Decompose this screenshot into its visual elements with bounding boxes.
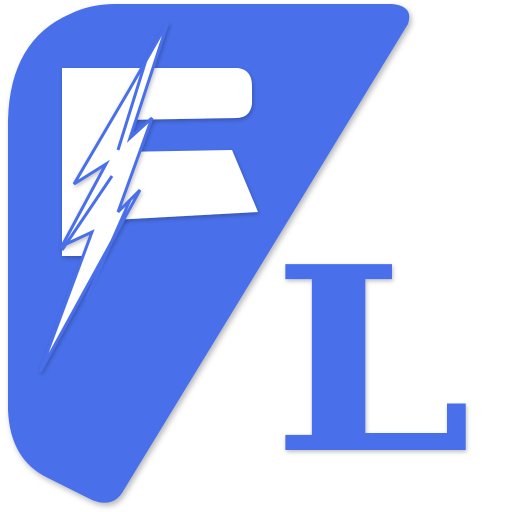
logo-canvas: L <box>0 0 512 512</box>
brand-letter: L <box>272 212 472 511</box>
app-logo: L <box>8 4 472 511</box>
